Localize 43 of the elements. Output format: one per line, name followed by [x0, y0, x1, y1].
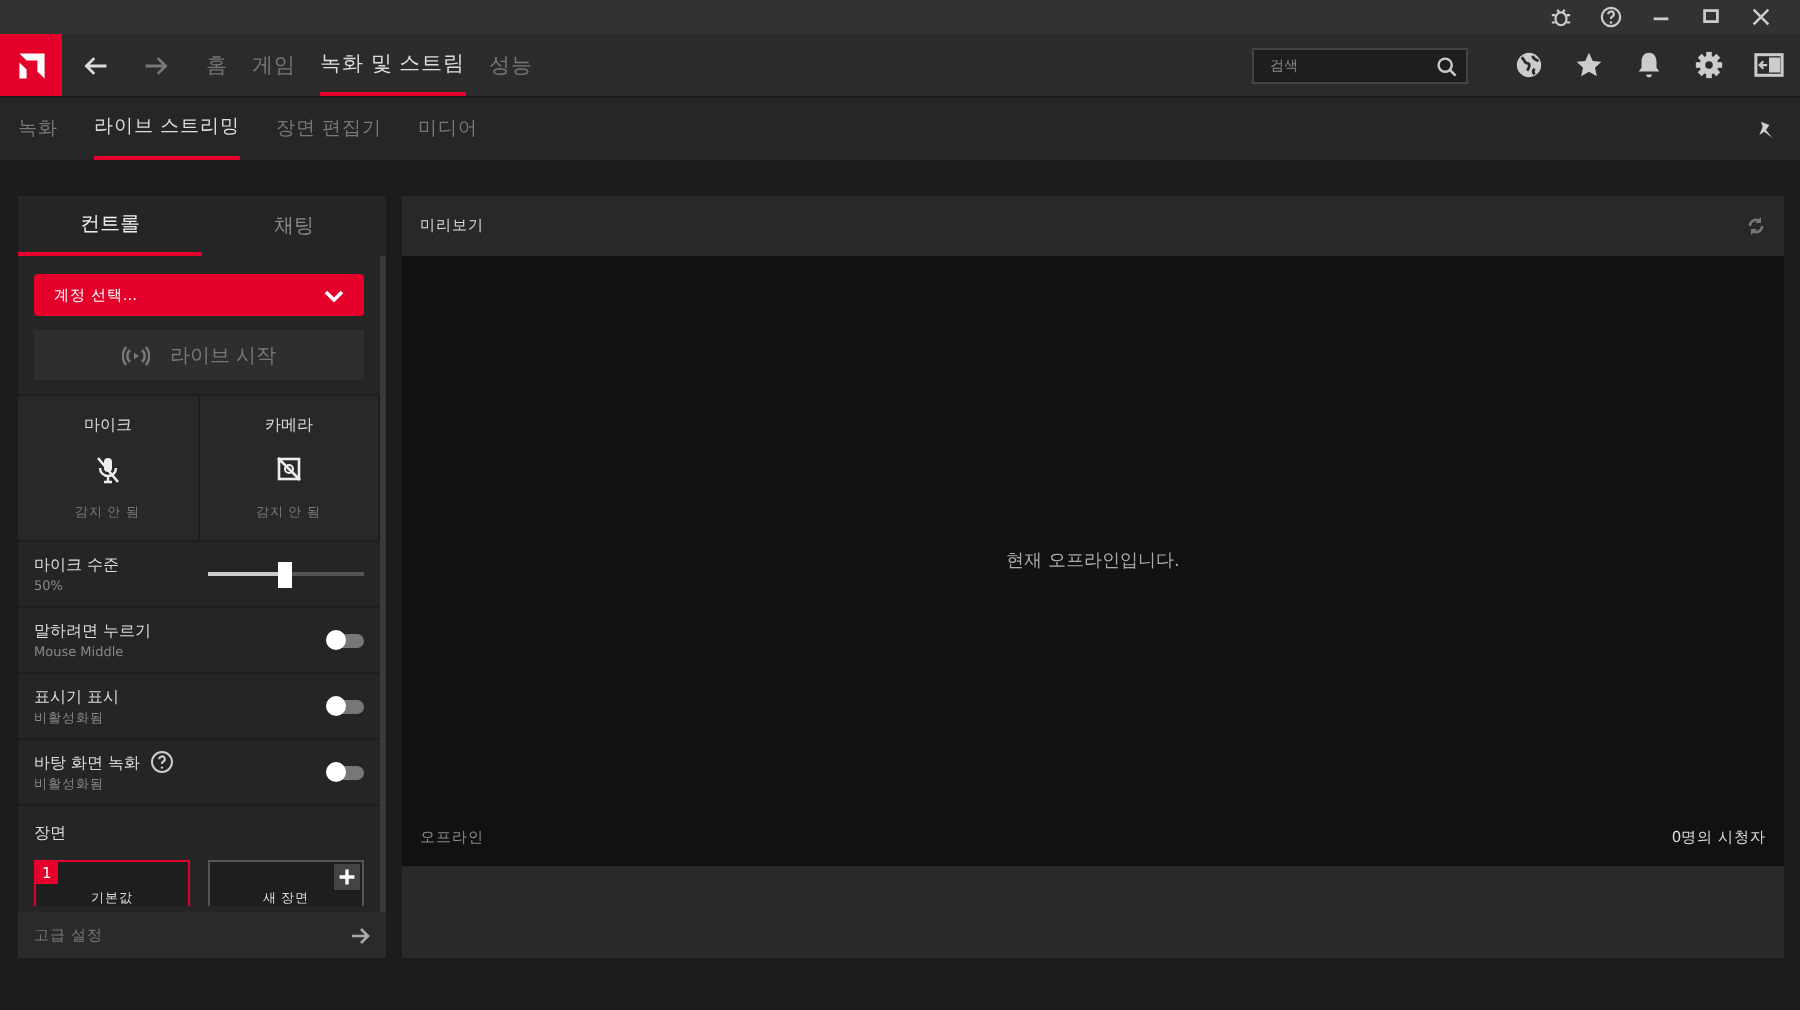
bug-icon[interactable] — [1550, 6, 1572, 28]
device-label: 카메라 — [264, 414, 313, 437]
slider-thumb[interactable] — [278, 561, 292, 587]
setting-label: 표시기 표시 — [34, 685, 120, 707]
setting-label: 바탕 화면 녹화 — [34, 751, 141, 773]
logo-icon[interactable] — [0, 34, 62, 96]
mic-level-label: 마이크 수준 — [34, 554, 120, 576]
device-label: 마이크 — [83, 414, 132, 436]
offline-message: 현재 오프라인입니다. — [1006, 550, 1180, 574]
mic-off-icon — [95, 456, 120, 484]
sub-tab[interactable]: 녹화 — [18, 98, 58, 160]
panel-icon[interactable] — [1754, 50, 1784, 80]
nav-tab[interactable]: 성능 — [489, 34, 534, 96]
star-icon[interactable] — [1574, 50, 1604, 80]
camera-off-icon — [275, 456, 302, 483]
globe-icon[interactable] — [1514, 50, 1544, 80]
settings-icon[interactable] — [1694, 50, 1724, 80]
broadcast-icon — [121, 345, 150, 365]
nav-tab[interactable]: 홈 — [206, 34, 228, 96]
search-icon[interactable] — [1436, 55, 1458, 77]
sub-tab[interactable]: 장면 편집기 — [276, 98, 383, 160]
toggle-switch[interactable] — [328, 633, 364, 647]
toggle-switch[interactable] — [328, 699, 364, 713]
sub-tab[interactable]: 미디어 — [418, 98, 479, 160]
refresh-icon[interactable] — [1746, 214, 1766, 238]
help-icon[interactable] — [1600, 6, 1622, 28]
plus-icon[interactable] — [334, 864, 360, 890]
panel-tab[interactable]: 채팅 — [202, 196, 386, 256]
toggle-switch[interactable] — [328, 765, 364, 779]
bell-icon[interactable] — [1634, 50, 1664, 80]
scenes-heading: 장면 — [34, 822, 68, 844]
pin-icon[interactable] — [1756, 119, 1776, 139]
help-icon[interactable] — [150, 750, 175, 774]
nav-tab[interactable]: 게임 — [252, 34, 296, 96]
maximize-icon[interactable] — [1700, 6, 1722, 28]
panel-tab[interactable]: 컨트롤 — [18, 196, 202, 256]
back-icon[interactable] — [82, 51, 110, 79]
forward-icon[interactable] — [142, 51, 170, 79]
close-icon[interactable] — [1750, 6, 1772, 28]
sub-tab[interactable]: 라이브 스트리밍 — [94, 98, 241, 160]
arrow-right-icon — [350, 925, 370, 945]
chevron-down-icon — [324, 287, 344, 303]
setting-label: 말하려면 누르기 — [34, 620, 152, 642]
